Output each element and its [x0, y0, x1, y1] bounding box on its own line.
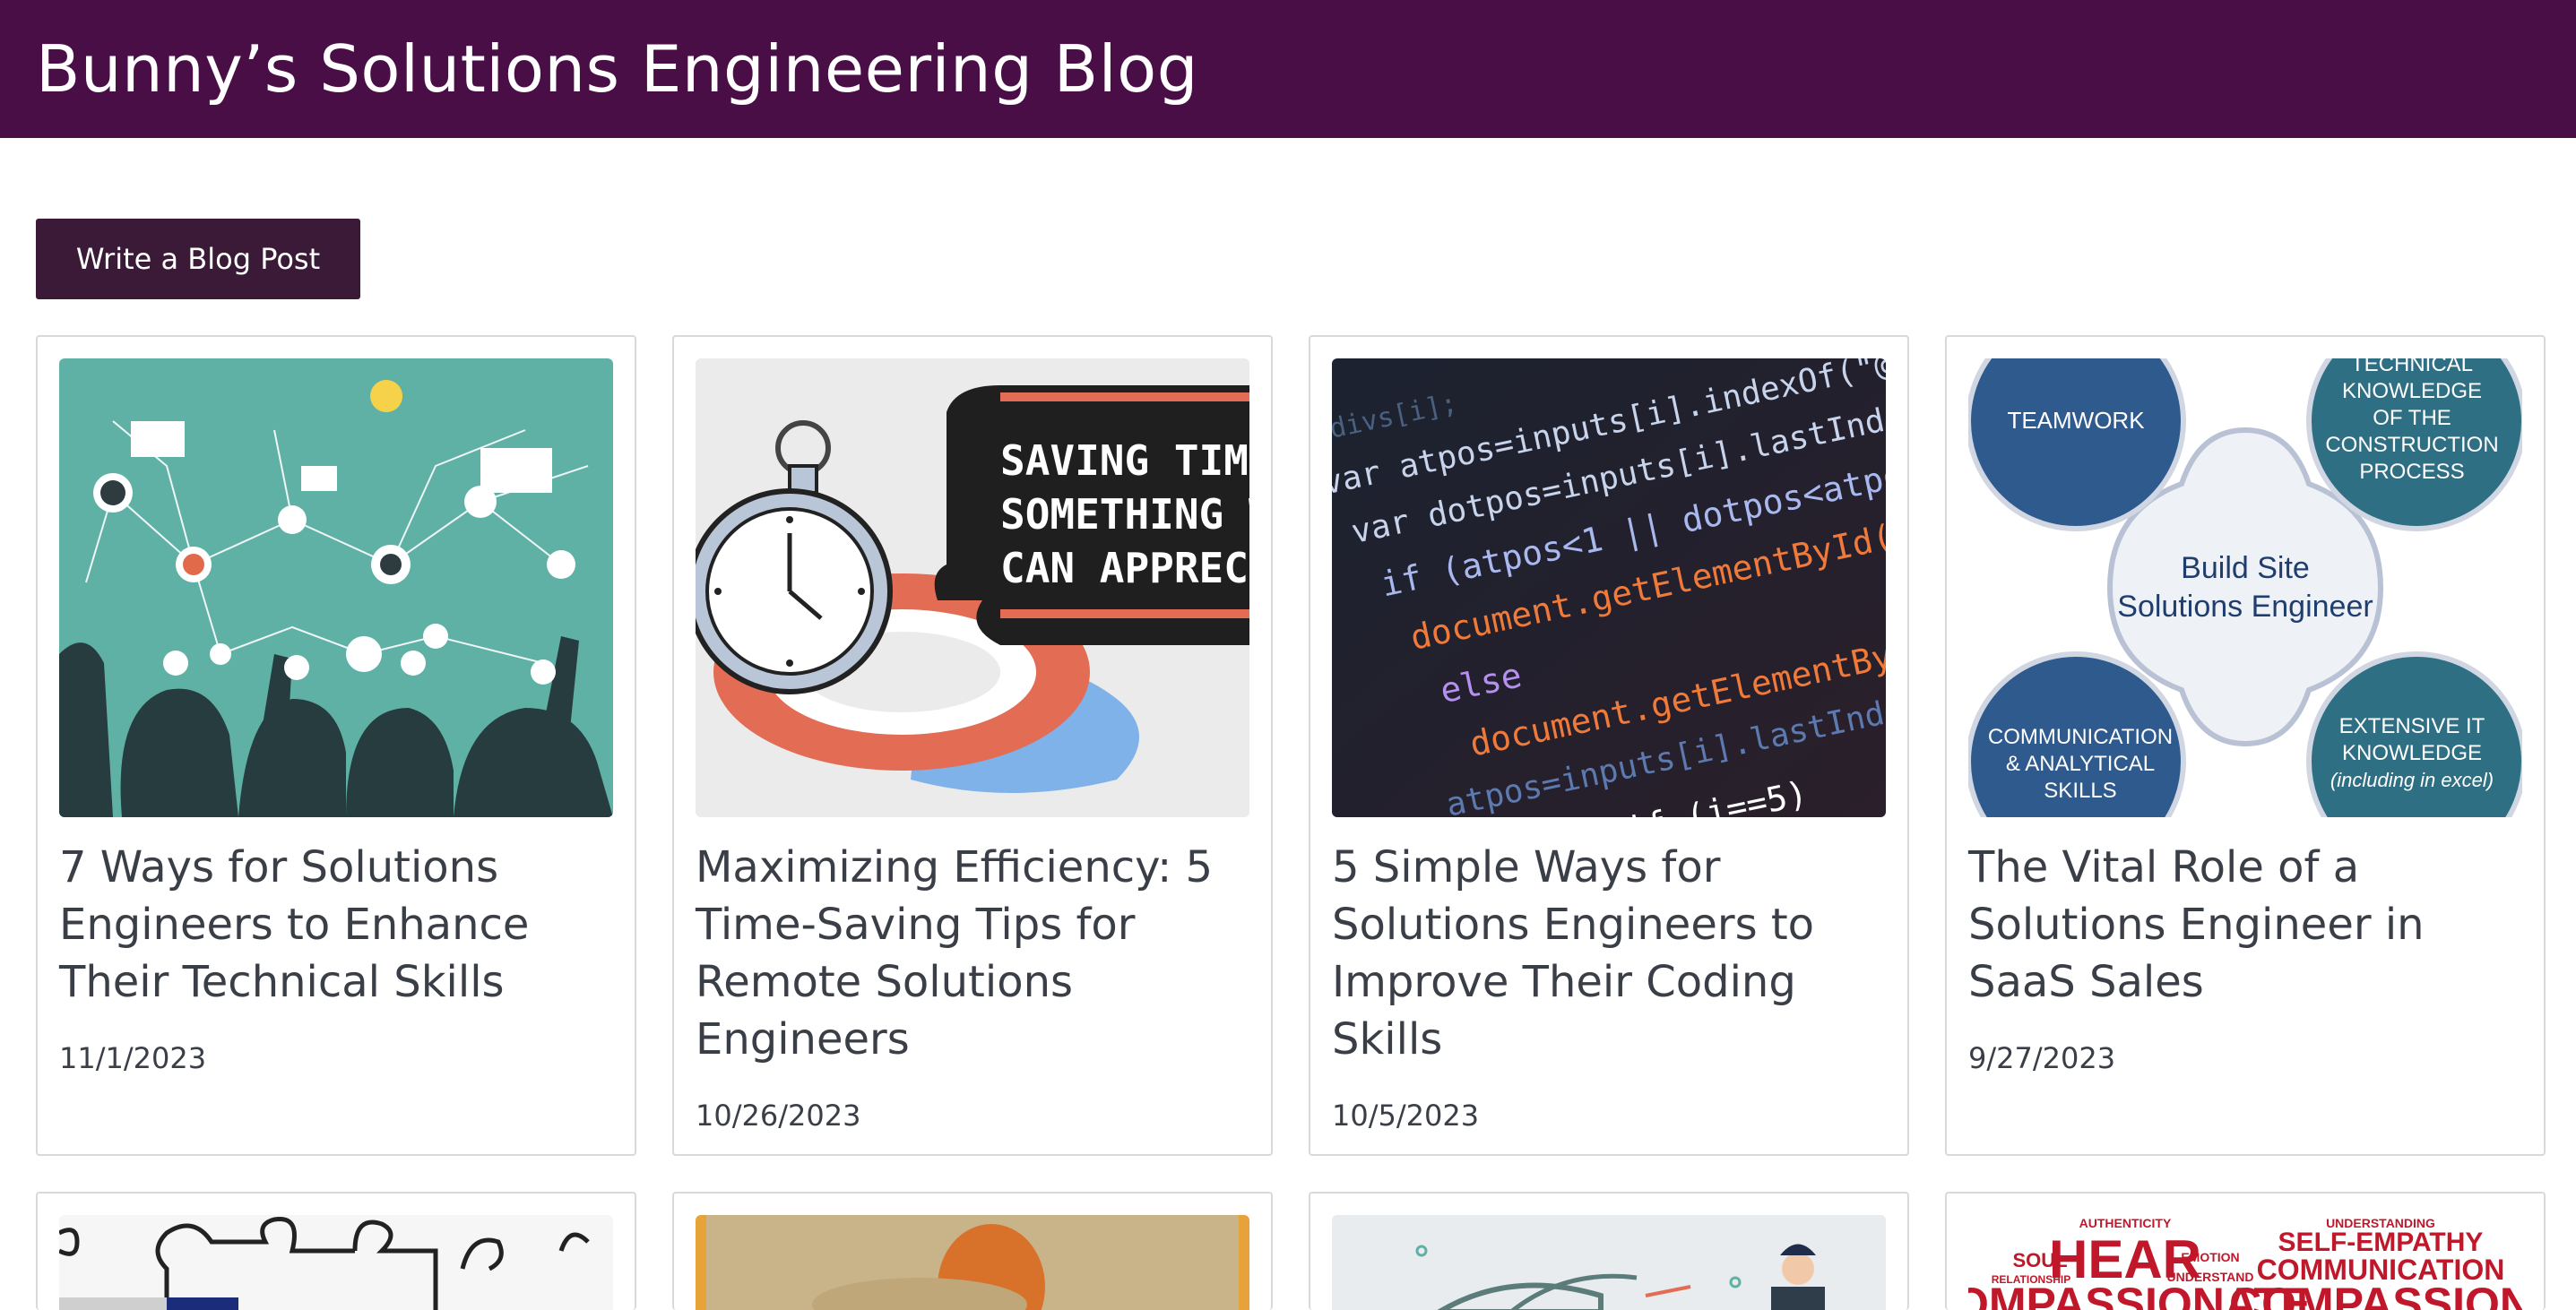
post-thumbnail-globe[interactable]	[1332, 1215, 1886, 1310]
code-screen-image: divs[i]; var atpos=inputs[i].indexOf("@"…	[1332, 358, 1886, 817]
diagram-extensive-it: (including in excel)	[2330, 769, 2494, 791]
post-date: 10/5/2023	[1332, 1099, 1480, 1133]
diagram-extensive-it: KNOWLEDGE	[2342, 741, 2482, 765]
post-thumbnail-wordcloud[interactable]: AUTHENTICITY SOUL HEAR EMOTION RELATIONS…	[1968, 1215, 2522, 1310]
photo-image	[696, 1215, 1249, 1310]
post-title[interactable]: 7 Ways for Solutions Engineers to Enhanc…	[59, 839, 617, 1011]
post-thumbnail-skills[interactable]: Build Site Solutions Engineer TEAMWORK T…	[1968, 358, 2522, 817]
wordcloud-image: AUTHENTICITY SOUL HEAR EMOTION RELATIONS…	[1968, 1215, 2522, 1310]
post-thumbnail-network[interactable]	[59, 358, 613, 817]
network-illustration	[59, 358, 613, 817]
diagram-technical: KNOWLEDGE	[2342, 379, 2482, 403]
stopwatch-caption-2: SOMETHING W	[1000, 490, 1249, 539]
blog-post-card[interactable]	[1309, 1192, 1909, 1310]
diagram-communication: SKILLS	[2044, 779, 2116, 803]
wordcloud-word: AUTHENTICITY	[2079, 1216, 2172, 1230]
wordcloud-word: COMPASSION	[2229, 1279, 2522, 1310]
write-blog-post-button[interactable]: Write a Blog Post	[36, 219, 360, 299]
blog-post-card[interactable]: divs[i]; var atpos=inputs[i].indexOf("@"…	[1309, 335, 1909, 1156]
stopwatch-caption-3: CAN APPRECIA	[1000, 544, 1249, 592]
post-title[interactable]: The Vital Role of a Solutions Engineer i…	[1968, 839, 2526, 1011]
diagram-center-line: Solutions Engineer	[2117, 590, 2373, 624]
stopwatch-illustration: SAVING TIME SOMETHING W CAN APPRECIA	[696, 358, 1249, 817]
skills-diagram-image: Build Site Solutions Engineer TEAMWORK T…	[1968, 358, 2522, 817]
diagram-teamwork: TEAMWORK	[2007, 407, 2145, 434]
diagram-technical: PROCESS	[2359, 460, 2464, 484]
blog-post-grid: 7 Ways for Solutions Engineers to Enhanc…	[36, 335, 2546, 1310]
post-date: 10/26/2023	[696, 1099, 861, 1133]
globe-illustration	[1332, 1215, 1886, 1310]
diagram-communication: & ANALYTICAL	[2006, 752, 2155, 776]
wordcloud-word: EMOTION	[2181, 1250, 2239, 1264]
stopwatch-caption-1: SAVING TIME	[1000, 436, 1249, 485]
post-date: 11/1/2023	[59, 1041, 207, 1075]
post-title[interactable]: 5 Simple Ways for Solutions Engineers to…	[1332, 839, 1889, 1068]
diagram-center-line: Build Site	[2181, 551, 2310, 585]
puzzle-image	[59, 1215, 613, 1310]
post-thumbnail-puzzle[interactable]	[59, 1215, 613, 1310]
blog-post-card[interactable]: Build Site Solutions Engineer TEAMWORK T…	[1945, 335, 2546, 1156]
post-thumbnail-code[interactable]: divs[i]; var atpos=inputs[i].indexOf("@"…	[1332, 358, 1886, 817]
site-header: Bunny’s Solutions Engineering Blog	[0, 0, 2576, 138]
blog-post-card[interactable]: SAVING TIME SOMETHING W CAN APPRECIA Max…	[672, 335, 1273, 1156]
diagram-technical: CONSTRUCTION	[2325, 433, 2498, 457]
blog-post-card[interactable]: AUTHENTICITY SOUL HEAR EMOTION RELATIONS…	[1945, 1192, 2546, 1310]
blog-post-card[interactable]	[672, 1192, 1273, 1310]
post-title[interactable]: Maximizing Efficiency: 5 Time-Saving Tip…	[696, 839, 1253, 1068]
site-title[interactable]: Bunny’s Solutions Engineering Blog	[36, 31, 1198, 107]
diagram-technical: TECHNICAL	[2351, 358, 2473, 376]
diagram-communication: COMMUNICATION	[1988, 725, 2173, 749]
blog-post-card[interactable]	[36, 1192, 636, 1310]
blog-post-card[interactable]: 7 Ways for Solutions Engineers to Enhanc…	[36, 335, 636, 1156]
post-date: 9/27/2023	[1968, 1041, 2116, 1075]
diagram-extensive-it: EXTENSIVE IT	[2339, 714, 2485, 738]
post-thumbnail-photo[interactable]	[696, 1215, 1249, 1310]
diagram-technical: OF THE	[2373, 406, 2451, 430]
post-thumbnail-stopwatch[interactable]: SAVING TIME SOMETHING W CAN APPRECIA	[696, 358, 1249, 817]
